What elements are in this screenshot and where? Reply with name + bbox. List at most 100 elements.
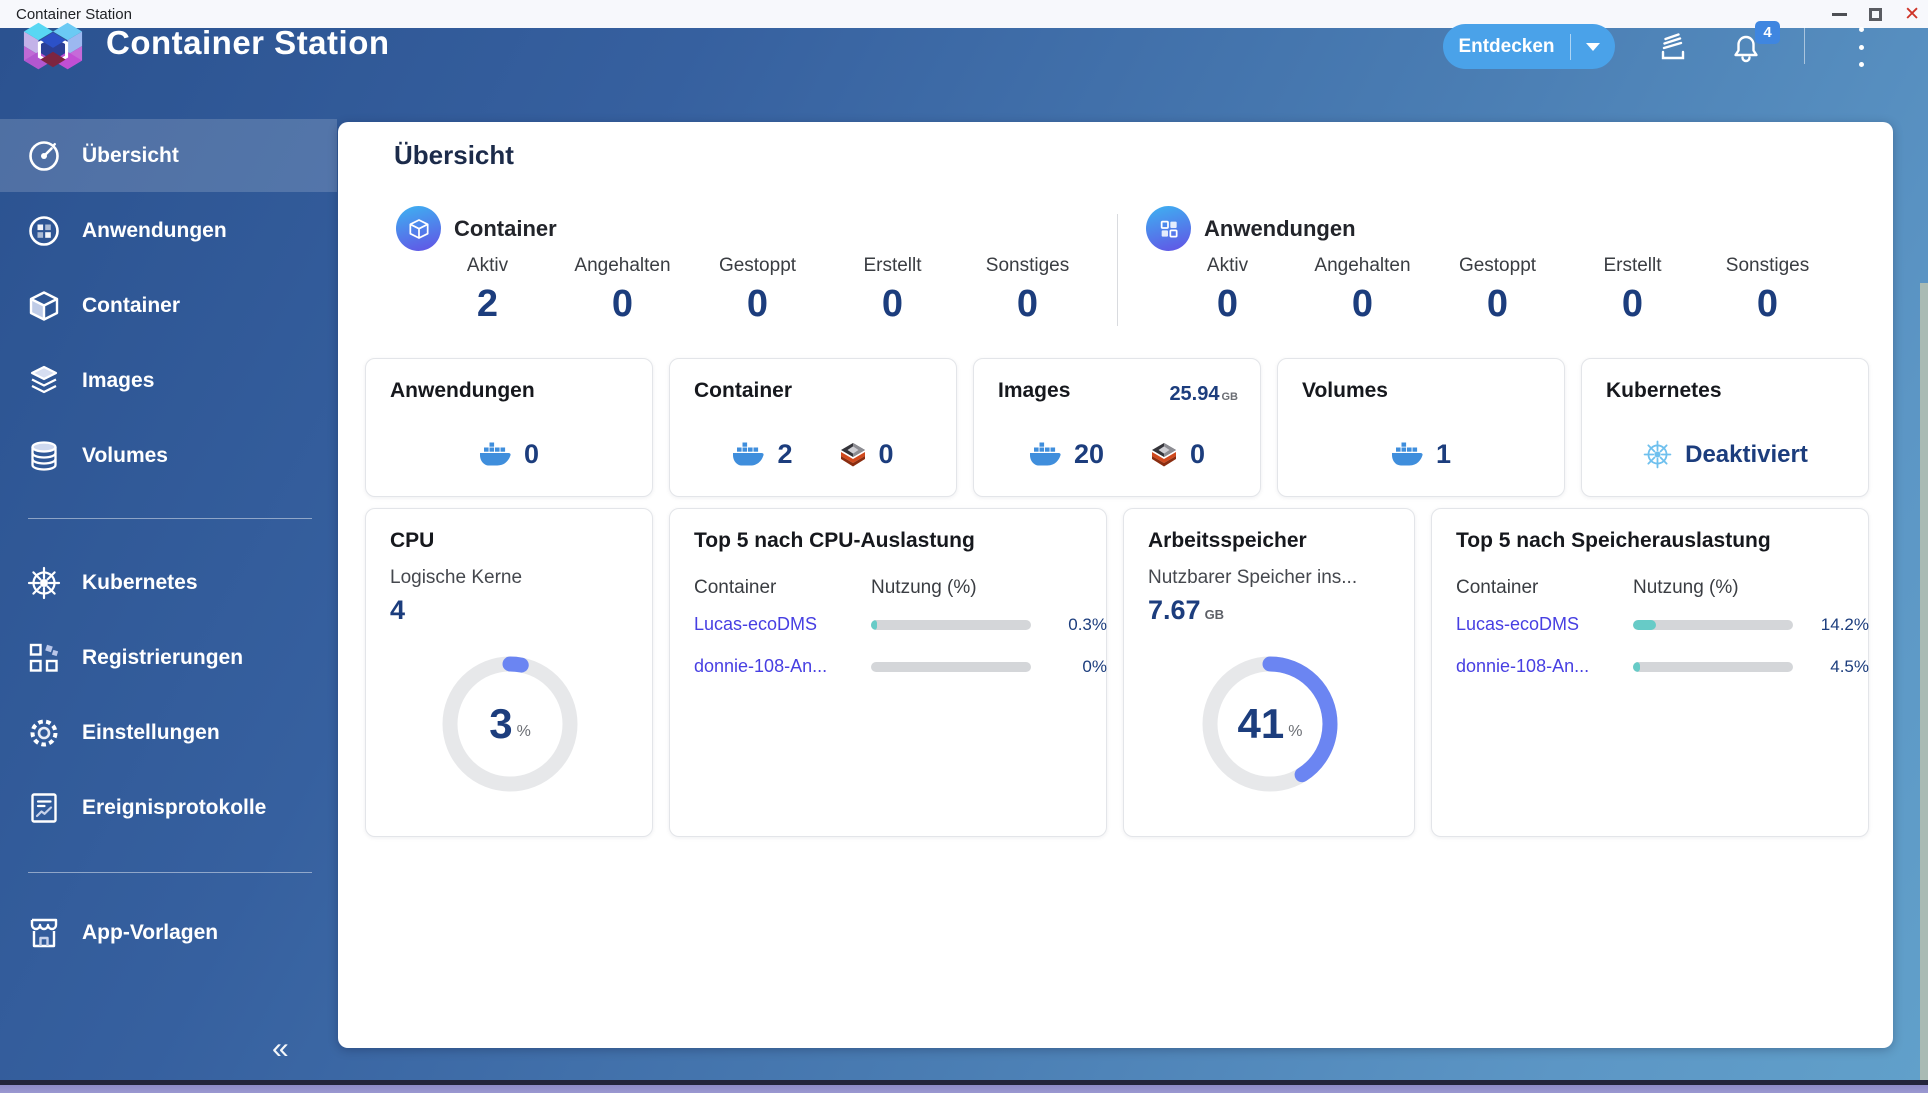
- gauge-icon: [26, 138, 62, 174]
- stat-value: 0: [555, 283, 690, 326]
- stat-value: 2: [420, 283, 555, 326]
- card-title: Top 5 nach Speicherauslastung: [1456, 529, 1771, 553]
- memory-total-value: 7.67GB: [1148, 595, 1224, 626]
- background-tasks-icon[interactable]: [1654, 28, 1692, 66]
- container-stats: Aktiv2 Angehalten0 Gestoppt0 Erstellt0 S…: [420, 255, 1095, 326]
- sidebar-item-label: Anwendungen: [82, 219, 227, 243]
- kubernetes-helm-icon: [1642, 439, 1673, 470]
- card-container[interactable]: Container 2: [669, 358, 957, 497]
- card-cpu: CPU Logische Kerne 4 3 %: [365, 508, 653, 837]
- cpu-cores-value: 4: [390, 595, 405, 626]
- container-name-link[interactable]: Lucas-ecoDMS: [694, 614, 871, 635]
- card-title: Top 5 nach CPU-Auslastung: [694, 529, 975, 553]
- kata-runtime-icon: [839, 442, 867, 468]
- kata-count: 0: [1190, 439, 1205, 470]
- kebab-menu-icon[interactable]: [1853, 27, 1869, 67]
- sidebar-item-images[interactable]: Images: [0, 344, 337, 417]
- discover-button[interactable]: Entdecken: [1443, 24, 1615, 69]
- stat-value: 0: [960, 283, 1095, 326]
- memory-percent-unit: %: [1288, 723, 1302, 741]
- container-name-link[interactable]: donnie-108-An...: [694, 656, 871, 677]
- usage-value: 0%: [1031, 657, 1107, 677]
- cpu-percent-unit: %: [517, 723, 531, 741]
- usage-bar: [871, 662, 1031, 672]
- minimize-icon[interactable]: [1832, 13, 1847, 16]
- card-title: Images: [998, 379, 1070, 403]
- card-memory: Arbeitsspeicher Nutzbarer Speicher ins..…: [1123, 508, 1415, 837]
- card-anwendungen[interactable]: Anwendungen 0: [365, 358, 653, 497]
- container-name-link[interactable]: Lucas-ecoDMS: [1456, 614, 1633, 635]
- card-top-memory: Top 5 nach Speicherauslastung Container …: [1431, 508, 1869, 837]
- stat-label: Aktiv: [420, 255, 555, 277]
- scrollbar-thumb[interactable]: [1920, 283, 1928, 1080]
- card-volumes[interactable]: Volumes 1: [1277, 358, 1565, 497]
- docker-whale-icon: [1029, 441, 1062, 468]
- content-panel: Übersicht Container Aktiv2 Angehalten0 G…: [338, 122, 1893, 1048]
- container-name-link[interactable]: donnie-108-An...: [1456, 656, 1633, 677]
- stat-value: 0: [1295, 283, 1430, 326]
- notification-badge[interactable]: 4: [1755, 21, 1780, 44]
- cube-icon: [407, 217, 431, 241]
- docker-count: 20: [1074, 439, 1104, 470]
- stat-label: Sonstiges: [1700, 255, 1835, 277]
- stat-label: Angehalten: [1295, 255, 1430, 277]
- database-icon: [26, 438, 62, 474]
- stat-label: Aktiv: [1160, 255, 1295, 277]
- sidebar-item-container[interactable]: Container: [0, 269, 337, 342]
- card-kubernetes[interactable]: Kubernetes Deaktiviert: [1581, 358, 1869, 497]
- stat-value: 0: [690, 283, 825, 326]
- sidebar-item-label: App-Vorlagen: [82, 921, 218, 945]
- card-title: CPU: [390, 529, 434, 553]
- sidebar-item-volumes[interactable]: Volumes: [0, 419, 337, 492]
- cpu-cores-label: Logische Kerne: [390, 567, 522, 589]
- stat-value: 0: [1700, 283, 1835, 326]
- column-header-usage: Nutzung (%): [1633, 577, 1739, 599]
- sidebar-item-einstellungen[interactable]: Einstellungen: [0, 696, 337, 769]
- sidebar-item-label: Images: [82, 369, 154, 393]
- caret-down-icon[interactable]: [1571, 43, 1615, 51]
- docker-count: 2: [777, 439, 792, 470]
- page-title: Übersicht: [394, 140, 514, 171]
- card-top-cpu: Top 5 nach CPU-Auslastung Container Nutz…: [669, 508, 1107, 837]
- table-row: donnie-108-An... 0%: [694, 656, 1107, 677]
- desktop-strip: [0, 1085, 1928, 1093]
- usage-value: 0.3%: [1031, 615, 1107, 635]
- usage-value: 14.2%: [1793, 615, 1869, 635]
- docker-whale-icon: [479, 441, 512, 468]
- discover-button-label: Entdecken: [1443, 36, 1570, 58]
- event-log-icon: [26, 790, 62, 826]
- kata-runtime-icon: [1150, 442, 1178, 468]
- sidebar-item-label: Übersicht: [82, 144, 179, 168]
- docker-count: 0: [524, 439, 539, 470]
- card-title: Kubernetes: [1606, 379, 1722, 403]
- sidebar-item-label: Container: [82, 294, 180, 318]
- card-images[interactable]: Images 25.94GB 20: [973, 358, 1261, 497]
- docker-count: 1: [1436, 439, 1451, 470]
- container-group-icon: [396, 206, 441, 251]
- stat-label: Sonstiges: [960, 255, 1095, 277]
- usage-bar: [1633, 662, 1793, 672]
- card-title: Container: [694, 379, 792, 403]
- kubernetes-status: Deaktiviert: [1685, 441, 1808, 469]
- sidebar-item-registrierungen[interactable]: Registrierungen: [0, 621, 337, 694]
- docker-whale-icon: [732, 441, 765, 468]
- sidebar-item-anwendungen[interactable]: Anwendungen: [0, 194, 337, 267]
- sidebar-item-kubernetes[interactable]: Kubernetes: [0, 546, 337, 619]
- maximize-icon[interactable]: [1869, 8, 1882, 21]
- sidebar-item-ereignisprotokolle[interactable]: Ereignisprotokolle: [0, 771, 337, 844]
- usage-value: 4.5%: [1793, 657, 1869, 677]
- column-header-container: Container: [1456, 577, 1633, 599]
- sidebar-item-app-vorlagen[interactable]: App-Vorlagen: [0, 896, 337, 969]
- memory-donut-chart: 41 %: [1195, 649, 1345, 799]
- sidebar-collapse-button[interactable]: «: [272, 1032, 289, 1066]
- sidebar-item-uebersicht[interactable]: Übersicht: [0, 119, 337, 192]
- table-row: Lucas-ecoDMS 14.2%: [1456, 614, 1869, 635]
- column-header-usage: Nutzung (%): [871, 577, 977, 599]
- sidebar-item-label: Einstellungen: [82, 721, 220, 745]
- sidebar-divider: [28, 872, 312, 873]
- memory-percent: 41: [1238, 700, 1285, 748]
- stat-label: Angehalten: [555, 255, 690, 277]
- close-icon[interactable]: ✕: [1904, 5, 1920, 24]
- docker-whale-icon: [1391, 441, 1424, 468]
- images-total-size: 25.94GB: [1169, 383, 1238, 406]
